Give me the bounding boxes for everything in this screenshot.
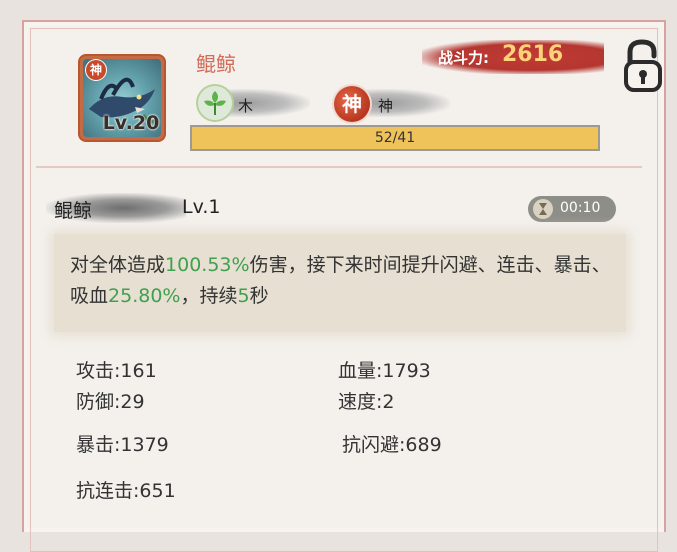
stat-attack: 攻击:161: [76, 360, 157, 382]
skill-desc-highlight: 100.53%: [165, 254, 250, 276]
exp-progress-text: 52/41: [374, 130, 416, 146]
stat-crit: 暴击:1379: [76, 434, 169, 456]
unlocked-padlock-icon[interactable]: [620, 38, 666, 94]
stat-hp: 血量:1793: [338, 360, 431, 382]
stat-speed: 速度:2: [338, 391, 395, 413]
skill-level: Lv.1: [182, 196, 221, 218]
skill-desc-text: ，持续: [180, 285, 238, 307]
hourglass-icon: [532, 198, 554, 220]
combat-power-value: 2616: [502, 42, 564, 67]
skill-desc-text: 对全体造成: [70, 254, 166, 276]
stat-anti-combo: 抗连击:651: [76, 480, 176, 502]
skill-desc-highlight: 5: [237, 285, 250, 307]
pet-name: 鲲鲸: [196, 52, 236, 76]
element-label: 木: [238, 97, 254, 115]
exp-progress-bar: 52/41: [190, 125, 600, 151]
skill-cooldown: 00:10: [528, 196, 616, 222]
skill-desc-highlight: 25.80%: [108, 285, 181, 307]
stat-anti-dodge: 抗闪避:689: [342, 434, 442, 456]
avatar-god-mark: 神: [86, 60, 106, 80]
skill-desc-text: 秒: [249, 285, 269, 307]
wood-leaf-icon: [198, 86, 232, 120]
combat-power-label: 战斗力:: [438, 49, 489, 67]
type-label: 神: [378, 97, 394, 115]
pet-level: Lv.20: [102, 112, 160, 134]
stat-defense: 防御:29: [76, 391, 145, 413]
section-divider: [36, 166, 642, 168]
skill-cooldown-text: 00:10: [560, 200, 601, 216]
skill-name: 鲲鲸: [54, 200, 93, 222]
skill-description: 对全体造成100.53%伤害，接下来时间提升闪避、连击、暴击、吸血25.80%，…: [70, 250, 615, 312]
god-type-icon: 神: [334, 86, 370, 122]
